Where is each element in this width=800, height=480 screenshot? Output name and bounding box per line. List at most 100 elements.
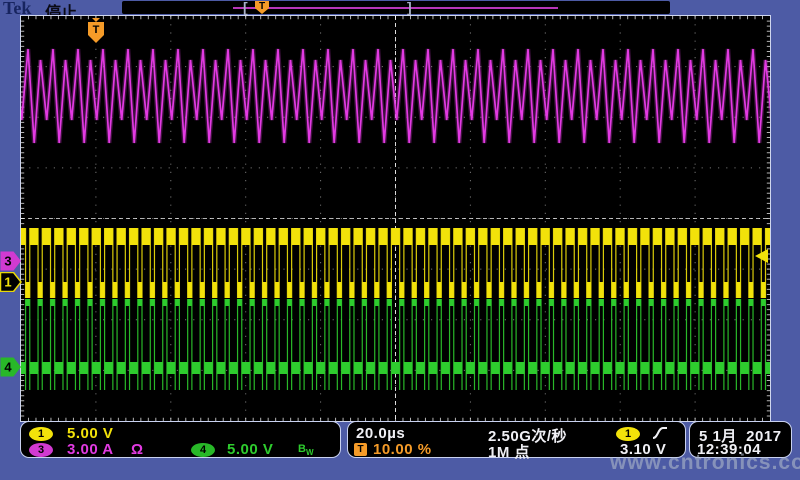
trace-ch1-high — [304, 228, 312, 245]
trace-ch1-edge — [461, 228, 462, 298]
trace-ch1-high — [691, 228, 699, 245]
trace-ch4-edge — [686, 299, 687, 390]
trace-ch1-low — [51, 282, 55, 298]
trace-ch4-band — [516, 362, 524, 374]
window-bracket-left[interactable]: [ — [243, 0, 248, 15]
trace-ch4-edge — [503, 299, 504, 390]
graticule-and-traces — [21, 16, 770, 421]
trace-ch1-low — [175, 282, 179, 298]
trace-ch4-edge — [403, 299, 404, 390]
trace-ch4-band — [304, 362, 312, 374]
trace-ch4-cap — [238, 299, 242, 306]
trace-ch4-band — [204, 362, 212, 374]
trace-ch1-low — [587, 282, 591, 298]
trace-ch4-edge — [316, 299, 317, 390]
trace-ch1-low — [674, 282, 678, 298]
trace-ch1-high — [379, 228, 387, 245]
trace-ch4-edge — [274, 299, 275, 390]
trace-ch4-band — [628, 362, 636, 374]
trace-ch4-edge — [304, 299, 305, 390]
record-length-readout: 1M 点 — [488, 441, 530, 462]
trace-ch4-band — [578, 362, 586, 374]
trace-ch4-band — [691, 362, 699, 374]
trace-ch4-band — [30, 362, 38, 374]
trace-ch1-high — [516, 228, 524, 245]
trace-ch4-edge — [341, 299, 342, 390]
trace-ch4-band — [242, 362, 250, 374]
trace-ch1-high — [117, 228, 125, 245]
trace-ch1-low — [163, 282, 167, 298]
trace-ch4-edge — [499, 299, 500, 390]
overview-trigger-badge[interactable]: T — [255, 1, 269, 14]
trace-ch1-edge — [274, 228, 275, 298]
trace-ch1-high — [766, 228, 771, 245]
trace-ch4-band — [753, 362, 761, 374]
trace-ch4-edge — [553, 299, 554, 390]
trace-ch1-low — [599, 282, 603, 298]
channel-marker-1[interactable]: 1 — [0, 272, 22, 292]
trace-ch4-edge — [511, 299, 512, 390]
trace-ch4-edge — [378, 299, 379, 390]
horizontal-position-readout: 10.00 % — [373, 441, 432, 458]
watermark: www.cntronics.com — [610, 451, 800, 475]
trace-ch1-high — [55, 228, 63, 245]
trigger-level-arrow[interactable] — [752, 248, 770, 264]
trace-ch4-cap — [437, 299, 441, 306]
trace-ch1-high — [716, 228, 724, 245]
trace-ch4-cap — [225, 299, 229, 306]
trace-ch4-cap — [51, 299, 55, 306]
trace-ch4-cap — [612, 299, 616, 306]
trace-ch4-edge — [416, 299, 417, 390]
trace-ch1-edge — [162, 228, 163, 298]
trace-ch4-cap — [649, 299, 653, 306]
trace-ch1-high — [366, 228, 374, 245]
trace-ch4-edge — [249, 299, 250, 390]
channel-marker-3-label: 3 — [4, 254, 11, 269]
trace-ch4-band — [217, 362, 225, 374]
trace-ch4-edge — [648, 299, 649, 390]
trace-ch4-edge — [224, 299, 225, 390]
trace-ch1-low — [213, 282, 217, 298]
trace-ch1-edge — [37, 228, 38, 298]
trigger-position-marker[interactable]: T — [87, 18, 105, 45]
trace-ch4-edge — [328, 299, 329, 390]
channel-marker-3[interactable]: 3 — [0, 251, 22, 271]
trace-ch4-edge — [590, 299, 591, 390]
trace-ch4-edge — [50, 299, 51, 390]
ch3-badge: 3 — [29, 443, 53, 457]
waveform-display: T — [20, 15, 771, 422]
trace-ch4-edge — [75, 299, 76, 390]
trace-ch4-band — [466, 362, 474, 374]
trace-ch1-high — [416, 228, 424, 245]
trace-ch4-edge — [740, 299, 741, 390]
trace-ch4-band — [42, 362, 50, 374]
trace-ch1-edge — [624, 228, 625, 298]
trace-ch4-cap — [325, 299, 329, 306]
trace-ch1-high — [404, 228, 412, 245]
trace-ch1-low — [63, 282, 67, 298]
trace-ch1-low — [499, 282, 503, 298]
trace-ch4-cap — [587, 299, 591, 306]
trace-ch4-edge — [723, 299, 724, 390]
trace-ch4-band — [179, 362, 187, 374]
trace-ch1-high — [154, 228, 162, 245]
trace-ch4-edge — [104, 299, 105, 390]
horizontal-position-badge: T — [354, 443, 367, 456]
trace-ch1-low — [225, 282, 229, 298]
trace-ch1-edge — [387, 228, 388, 298]
trace-ch1-high — [229, 228, 237, 245]
trace-ch4-band — [591, 362, 599, 374]
trace-ch1-edge — [661, 228, 662, 298]
trace-ch4-cap — [736, 299, 740, 306]
timebase-readout: 20.0µs — [356, 425, 405, 442]
channel-marker-4[interactable]: 4 — [0, 357, 22, 377]
record-overview-bar[interactable]: [ ] T — [122, 1, 670, 14]
trace-ch4-edge — [524, 299, 525, 390]
trace-ch4-cap — [200, 299, 204, 306]
trace-ch4-edge — [449, 299, 450, 390]
window-bracket-right[interactable]: ] — [407, 0, 412, 15]
trace-ch4-edge — [254, 299, 255, 390]
trace-ch4-band — [354, 362, 362, 374]
trace-ch4-edge — [540, 299, 541, 390]
trace-ch1-edge — [249, 228, 250, 298]
